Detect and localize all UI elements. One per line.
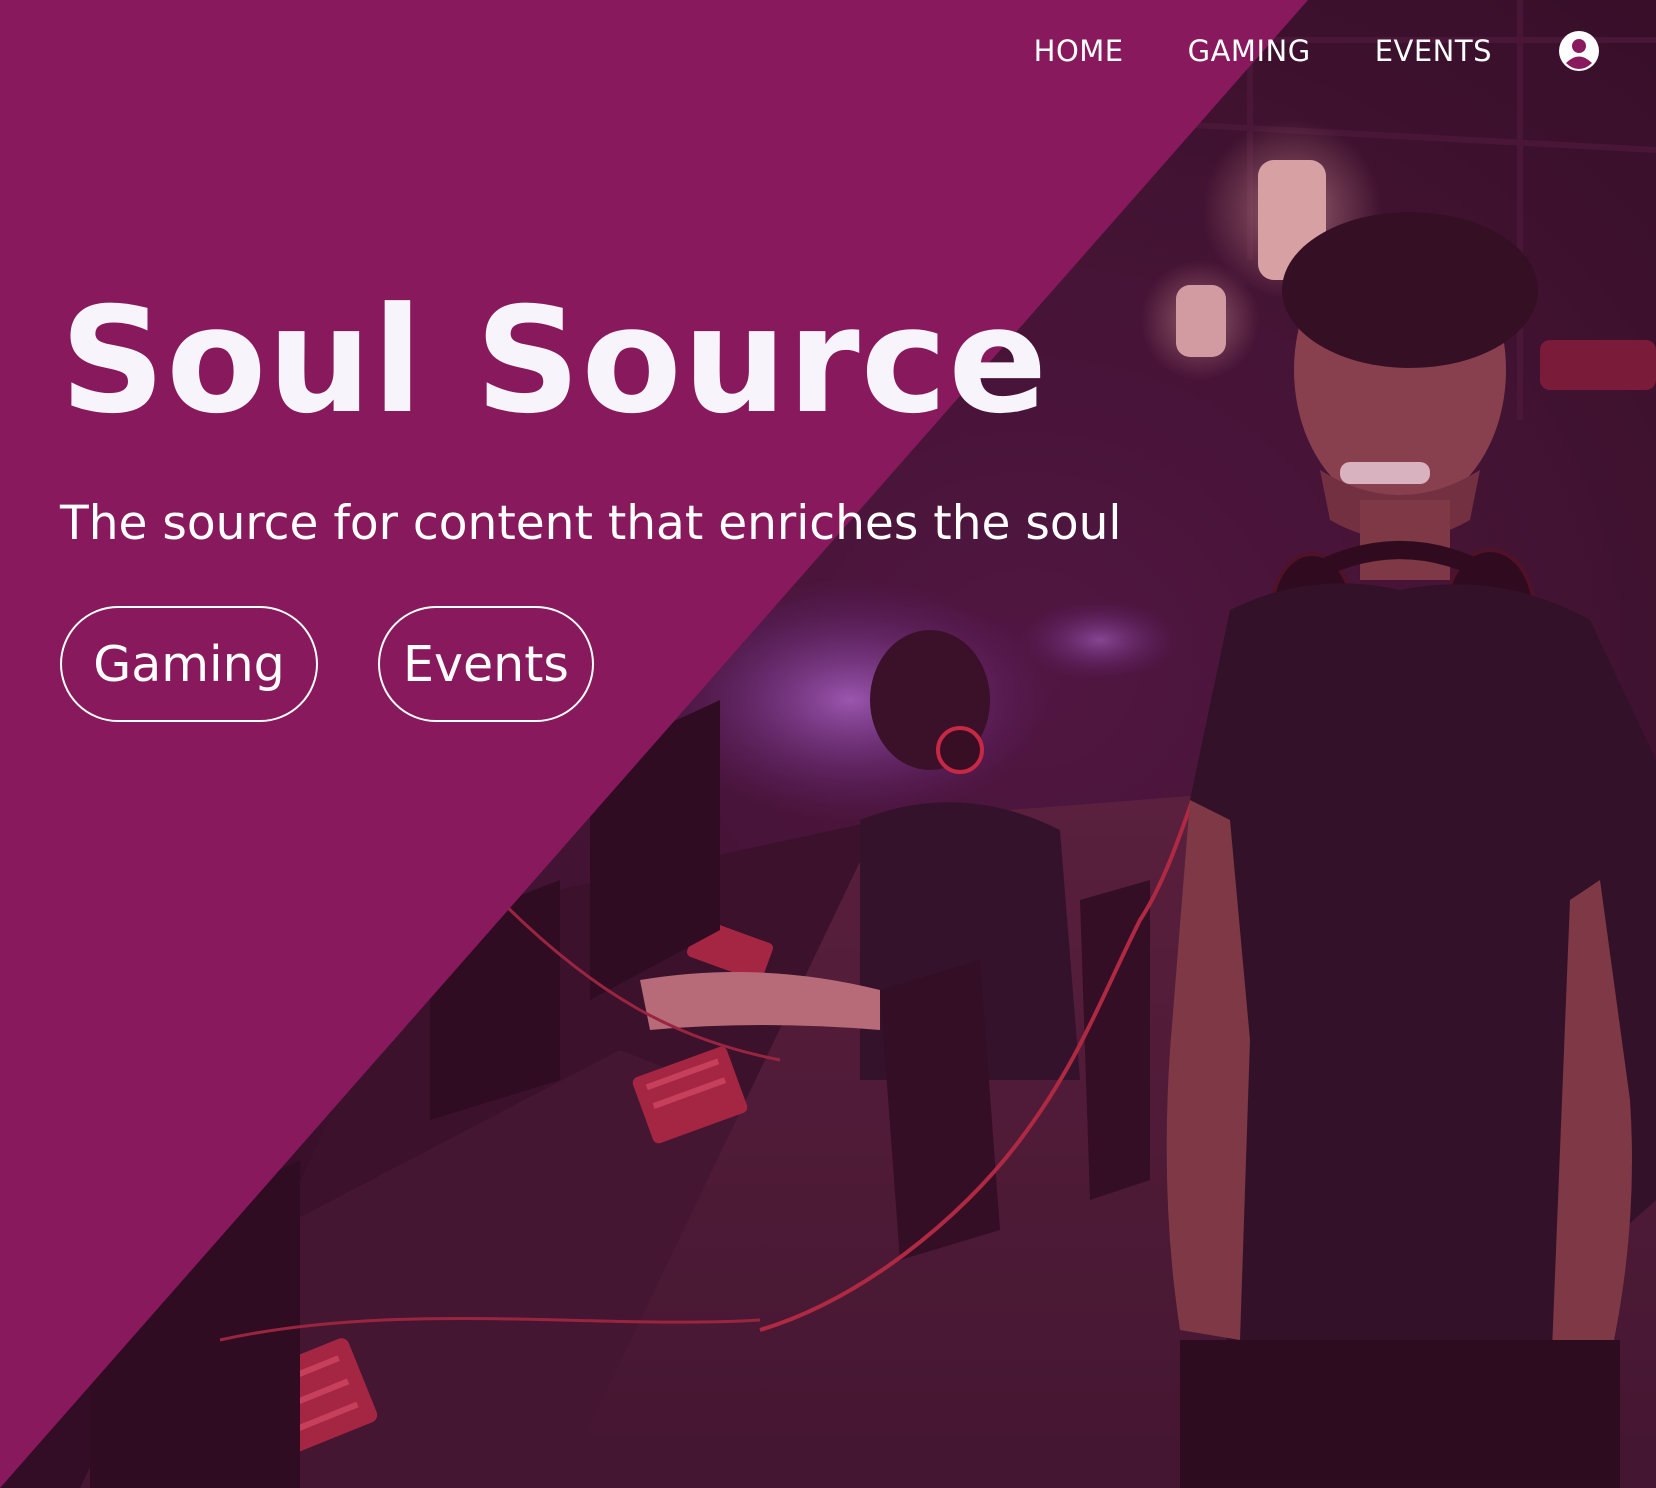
hero-tagline: The source for content that enriches the…: [60, 496, 1122, 551]
hero-title: Soul Source: [60, 276, 1049, 446]
nav-link-home[interactable]: HOME: [1034, 34, 1124, 68]
nav-link-gaming[interactable]: GAMING: [1188, 34, 1311, 68]
events-button[interactable]: Events: [378, 606, 594, 722]
account-button[interactable]: [1558, 30, 1600, 72]
account-circle-icon: [1559, 31, 1599, 71]
gaming-button[interactable]: Gaming: [60, 606, 318, 722]
hero-cta-row: Gaming Events: [60, 606, 594, 722]
top-nav: HOME GAMING EVENTS: [1034, 30, 1600, 72]
hero-section: HOME GAMING EVENTS Soul Source The sourc…: [0, 0, 1656, 1488]
nav-link-events[interactable]: EVENTS: [1375, 34, 1492, 68]
brand-diagonal-panel: [0, 0, 1656, 1488]
